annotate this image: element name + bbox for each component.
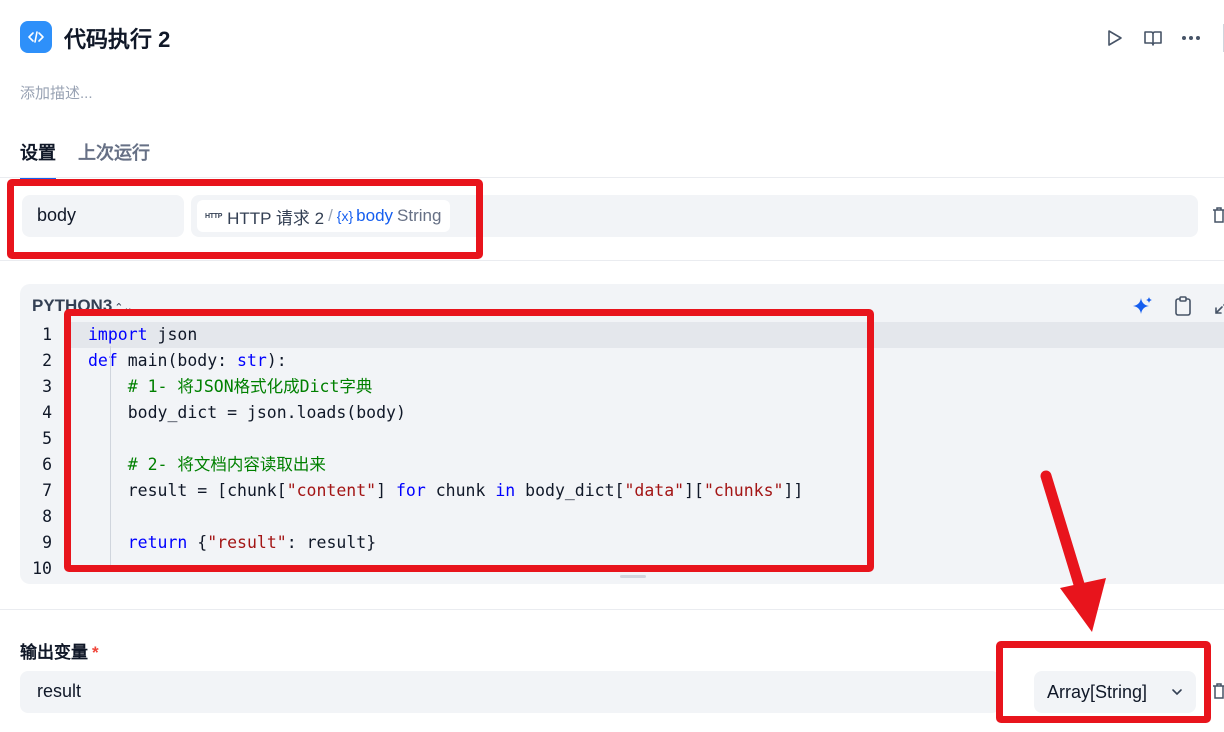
node-title[interactable]: 代码执行 2 [64, 22, 170, 54]
delete-output-icon[interactable] [1212, 683, 1224, 699]
annotation-box-input [7, 179, 483, 259]
code-node-icon [20, 21, 52, 53]
clipboard-icon[interactable] [1172, 295, 1194, 317]
run-icon[interactable] [1105, 26, 1125, 50]
more-icon[interactable] [1181, 26, 1201, 50]
annotation-box-code [64, 309, 874, 572]
tab-settings[interactable]: 设置 [20, 139, 56, 179]
output-var-name[interactable]: result [20, 671, 1000, 713]
header-actions [1105, 24, 1224, 52]
tabs-divider [0, 177, 1224, 178]
ai-sparkle-icon[interactable] [1132, 295, 1154, 317]
description-field[interactable]: 添加描述... [20, 82, 93, 103]
required-mark: * [92, 643, 99, 662]
delete-input-icon[interactable] [1212, 207, 1224, 223]
annotation-arrow-icon [1040, 470, 1106, 632]
section-divider [0, 260, 1224, 261]
editor-resize-handle[interactable] [620, 575, 646, 578]
annotation-box-output-type [996, 641, 1211, 723]
output-section-label: 输出变量 * [20, 643, 99, 662]
tab-bar: 设置 上次运行 [20, 139, 150, 179]
expand-icon[interactable] [1212, 295, 1224, 317]
book-icon[interactable] [1143, 26, 1163, 50]
code-toolbar [1132, 295, 1224, 317]
tab-last-run[interactable]: 上次运行 [78, 139, 150, 179]
